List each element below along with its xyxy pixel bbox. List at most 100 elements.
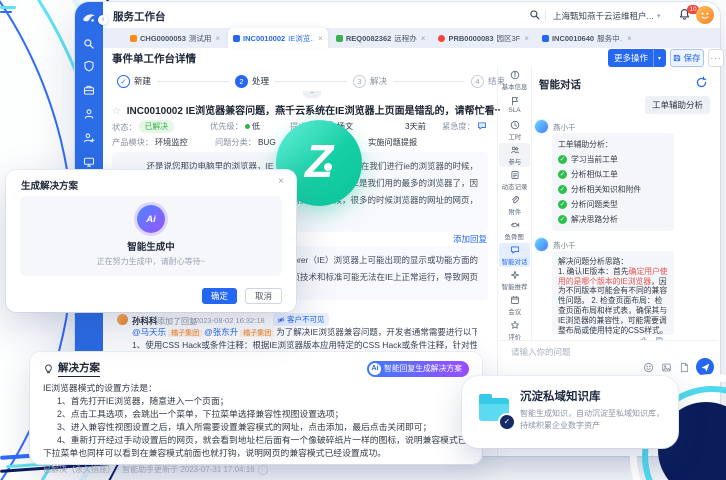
emoji-icon[interactable] (643, 362, 654, 373)
stepper-collapse-handle[interactable]: − (303, 91, 321, 98)
add-reply-link[interactable]: 添加回复 (453, 233, 487, 245)
tab-basic-info[interactable]: 基本信息 (499, 68, 530, 92)
confirm-button[interactable]: 确定 (202, 288, 237, 304)
tab-request-ticket[interactable]: REQ0082362 远程办 × (331, 28, 431, 48)
knowledge-card-line: 智能生成知识，自动沉淀至私域知识库， (520, 408, 664, 419)
customer-invisible-chip: 客户不可见 (273, 313, 329, 326)
user-icon[interactable] (83, 108, 95, 120)
mention-link[interactable]: @张东升 (204, 327, 238, 337)
urgency-icon (477, 121, 487, 131)
close-icon[interactable]: × (318, 34, 323, 43)
dialog-body: Ai 智能生成中 正在努力生成中，请耐心等待~ (20, 196, 282, 276)
incident-ticket-icon (233, 35, 240, 42)
save-icon (673, 54, 681, 62)
tab-fishbone[interactable]: 鱼骨图 (499, 218, 530, 242)
ticket-tabbar: CHG0000053 测试用 × INC0010002 IE浏览… × REQ0… (103, 28, 720, 48)
solution-wrap-line: 下拉菜单也同样可以看到在兼容模式前面也就打钩，说明网页的兼容模式已经设置成功。 (43, 447, 469, 460)
shield-icon[interactable] (83, 60, 95, 72)
assistant-avatar (535, 120, 548, 133)
tab-change-ticket[interactable]: CHG0000053 测试用 × (125, 28, 225, 48)
info-icon[interactable]: i (258, 465, 268, 475)
assistant-name: 燕小千 (553, 122, 576, 133)
step-connector (275, 81, 347, 82)
tab-activity-log[interactable]: 动态记录 (499, 168, 530, 192)
check-icon: ✓ (558, 200, 567, 209)
tab-smart-recommend[interactable]: 智能推荐 (499, 268, 530, 292)
tab-incident-ticket-2[interactable]: INC0010640 服务中… × (537, 28, 637, 48)
user-avatar[interactable] (696, 6, 714, 24)
monitor-icon[interactable] (83, 156, 95, 168)
rail-collapse-toggle[interactable]: ‹ (98, 15, 108, 25)
chevron-down-icon[interactable]: ▾ (657, 12, 661, 20)
close-icon[interactable]: × (215, 34, 220, 43)
tab-sla[interactable]: SLA (499, 93, 530, 117)
ai-reply-generate-button[interactable]: Ai 智能回复生成解决方案 (367, 361, 469, 377)
generating-hint: 正在努力生成中，请耐心等待~ (97, 256, 206, 267)
tab-participants[interactable]: 参与 (499, 143, 530, 167)
briefcase-icon[interactable] (83, 84, 95, 96)
tenant-selector[interactable]: 上海甄知燕千云运维租户... (553, 10, 653, 22)
check-badge-icon: ✓ (498, 413, 516, 431)
tab-problem-ticket[interactable]: PRB0000083 园区3F × (433, 28, 533, 48)
reply-timestamp: 2023-08-02 16:32:18 (195, 316, 265, 325)
decor-streak (0, 11, 12, 13)
search-icon[interactable] (83, 38, 95, 50)
tab-rating[interactable]: 评价 (499, 318, 530, 342)
close-icon[interactable]: × (278, 176, 284, 187)
solution-step: 3、进入兼容性视图设置之后，填入所需要设置兼容模式的网址，点击添加，最后点击关闭… (43, 421, 469, 434)
send-icon[interactable] (696, 358, 714, 376)
global-search-icon[interactable] (529, 9, 541, 21)
overflow-menu-button[interactable]: ··· (708, 49, 724, 67)
tab-incident-ticket-active[interactable]: INC0010002 IE浏览… × (228, 28, 328, 48)
close-icon[interactable]: × (421, 34, 426, 43)
favorite-star-icon[interactable]: ☆ (112, 106, 121, 117)
close-icon[interactable]: × (627, 34, 632, 43)
cancel-button[interactable]: 取消 (245, 288, 282, 304)
knowledge-card-line: 持续积累企业数字资产 (520, 420, 600, 431)
tab-meetings[interactable]: 会议 (499, 293, 530, 317)
image-icon[interactable] (661, 362, 672, 373)
tab-attachments[interactable]: 附件 (499, 193, 530, 217)
bulb-icon (43, 363, 54, 374)
knowledge-card-title: 沉淀私域知识库 (520, 388, 601, 404)
decor-streak (0, 6, 16, 9)
refresh-icon[interactable] (695, 76, 708, 89)
assistant-answer-bubble: 解决问题分析思路： 1. 确认IE版本：首先确定用户使用的是哪个版本的IE浏览器… (552, 251, 674, 335)
generate-solution-dialog: 生成解决方案 × Ai 智能生成中 正在努力生成中，请耐心等待~ 确定 取消 (6, 170, 296, 312)
org-tag: 橘子集团 (168, 330, 202, 337)
solution-step: 2、点击工具选项，会跳出一个菜单，下拉菜单选择兼容性视图设置选项； (43, 408, 469, 421)
chat-toolbar (643, 362, 690, 373)
topbar-divider (545, 10, 546, 21)
step-connector (393, 81, 465, 82)
chevron-down-icon[interactable]: ▾ (654, 55, 665, 62)
user-add-icon[interactable] (83, 132, 95, 144)
ticket-title-text: IE浏览器兼容问题，燕千云系统在IE浏览器上页面是错乱的，请帮忙看一下 (186, 106, 500, 117)
step-resolve: 3 解决 (353, 75, 387, 88)
solution-title: 解决方案 (58, 360, 100, 377)
page-title: 事件单工作台详情 (112, 51, 196, 66)
workflow-stepper: ✓ 新建 2 处理 3 解决 4 结束 (117, 73, 505, 89)
chat-panel-title: 智能对话 (539, 77, 581, 92)
analysis-step: ✓解决思路分析 (558, 214, 668, 225)
solution-card: 解决方案 Ai 智能回复生成解决方案 IE浏览器模式的设置方法是： 1、首先打开… (30, 352, 482, 464)
tab-work-hours[interactable]: 工时 (499, 118, 530, 142)
screen: ‹ 服务工作台 上海甄知燕千云运维租户... ▾ 10 CHG0000053 测… (0, 0, 726, 480)
mention-link[interactable]: @马天乐 (132, 327, 166, 337)
solution-step: 4、重新打开经过手动设置后的网页，就会看到地址栏后面有一个像破碎纸片一样的图标，… (43, 434, 469, 447)
file-icon[interactable] (679, 362, 690, 373)
dialog-actions: 确定 取消 (202, 288, 282, 304)
chat-input[interactable] (509, 346, 663, 358)
assistant-avatar (535, 238, 548, 251)
ticket-id: INC0010002 (127, 106, 183, 117)
change-ticket-icon (130, 35, 137, 42)
more-actions-button[interactable]: 更多操作 ▾ (608, 49, 666, 67)
analysis-step: ✓分析相似工单 (558, 169, 668, 180)
generating-status: 智能生成中 (127, 239, 175, 253)
tab-smart-chat[interactable]: 智能对话 (499, 243, 530, 267)
close-icon[interactable]: × (524, 34, 529, 43)
solution-body: IE浏览器模式的设置方法是： 1、首先打开IE浏览器，随意进入一个页面； 2、点… (43, 382, 469, 460)
assistant-analysis-bubble: 工单辅助分析： ✓学习当前工单 ✓分析相似工单 ✓分析相关知识和附件 ✓分析问题… (552, 133, 674, 231)
yanqianyun-z-glyph: Z (305, 138, 333, 184)
incident-ticket-icon (542, 35, 549, 42)
save-button[interactable]: 保存 (670, 49, 704, 67)
